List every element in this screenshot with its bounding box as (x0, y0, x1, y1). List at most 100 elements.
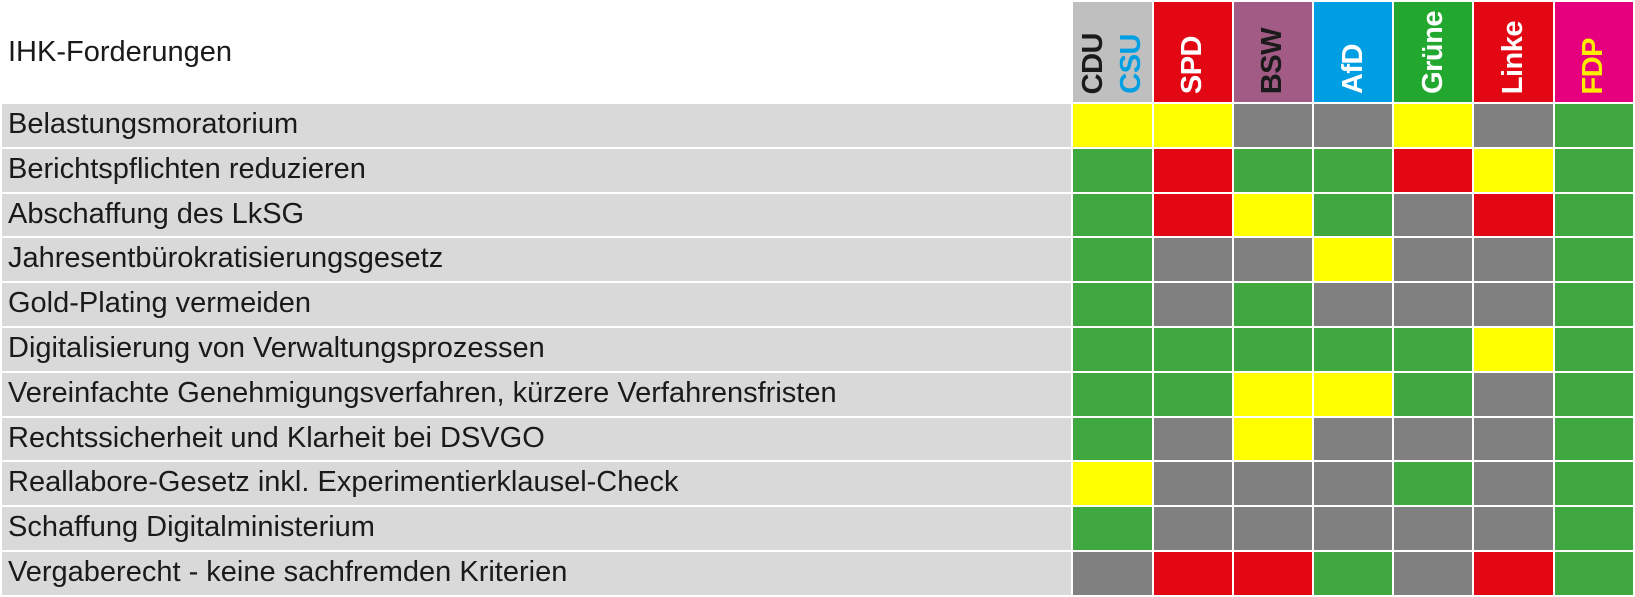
heatmap-cell (1073, 462, 1151, 505)
row-label: Berichtspflichten reduzieren (2, 149, 1071, 192)
heatmap-cell (1314, 283, 1392, 326)
heatmap-cell (1394, 328, 1472, 371)
heatmap-cell (1394, 149, 1472, 192)
table-row: Gold-Plating vermeiden (2, 283, 1633, 326)
row-label: Jahresentbürokratisierungsgesetz (2, 238, 1071, 281)
heatmap-cell (1234, 507, 1312, 550)
heatmap-cell (1154, 418, 1232, 461)
heatmap-cell (1154, 149, 1232, 192)
heatmap-cell (1154, 373, 1232, 416)
heatmap-cell (1474, 283, 1552, 326)
column-header-cdu: CDUCSU (1073, 2, 1151, 102)
heatmap-cell (1314, 507, 1392, 550)
heatmap-cell (1314, 462, 1392, 505)
heatmap-cell (1073, 507, 1151, 550)
heatmap-cell (1394, 507, 1472, 550)
heatmap-cell (1474, 149, 1552, 192)
row-label: Rechtssicherheit und Klarheit bei DSVGO (2, 418, 1071, 461)
heatmap-cell (1555, 328, 1633, 371)
row-label: Schaffung Digitalministerium (2, 507, 1071, 550)
heatmap-cell (1314, 552, 1392, 595)
heatmap-cell (1073, 373, 1151, 416)
table-body: BelastungsmoratoriumBerichtspflichten re… (2, 104, 1633, 595)
heatmap-cell (1154, 552, 1232, 595)
heatmap-cell (1234, 373, 1312, 416)
heatmap-cell (1234, 328, 1312, 371)
heatmap-cell (1154, 328, 1232, 371)
table-row: Jahresentbürokratisierungsgesetz (2, 238, 1633, 281)
column-header-bsw: BSW (1234, 2, 1312, 102)
column-header-afd: AfD (1314, 2, 1392, 102)
heatmap-cell (1073, 283, 1151, 326)
heatmap-cell (1234, 194, 1312, 237)
heatmap-cell (1154, 507, 1232, 550)
heatmap-cell (1555, 194, 1633, 237)
heatmap-cell (1234, 418, 1312, 461)
heatmap-cell (1555, 507, 1633, 550)
heatmap-cell (1394, 194, 1472, 237)
heatmap-table-container: IHK-Forderungen CDUCSU SPD BSW AfD Grüne Link… (0, 0, 1635, 597)
row-label: Gold-Plating vermeiden (2, 283, 1071, 326)
heatmap-cell (1154, 104, 1232, 147)
table-row: Digitalisierung von Verwaltungsprozessen (2, 328, 1633, 371)
heatmap-cell (1154, 194, 1232, 237)
column-header-label: AfD (1336, 44, 1371, 94)
heatmap-table: IHK-Forderungen CDUCSU SPD BSW AfD Grüne Link… (0, 0, 1635, 597)
heatmap-cell (1073, 104, 1151, 147)
heatmap-cell (1314, 418, 1392, 461)
heatmap-cell (1474, 104, 1552, 147)
table-head: IHK-Forderungen CDUCSU SPD BSW AfD Grüne Link… (2, 2, 1633, 102)
column-header-label: CDU (1076, 33, 1111, 94)
heatmap-cell (1394, 238, 1472, 281)
heatmap-cell (1234, 283, 1312, 326)
heatmap-cell (1394, 552, 1472, 595)
column-header-linke: Linke (1474, 2, 1552, 102)
heatmap-cell (1555, 238, 1633, 281)
heatmap-cell (1073, 194, 1151, 237)
table-row: Abschaffung des LkSG (2, 194, 1633, 237)
column-header-label: FDP (1576, 38, 1611, 95)
column-header-gruene: Grüne (1394, 2, 1472, 102)
heatmap-cell (1154, 462, 1232, 505)
heatmap-cell (1154, 238, 1232, 281)
heatmap-cell (1474, 328, 1552, 371)
heatmap-cell (1555, 283, 1633, 326)
row-label: Belastungsmoratorium (2, 104, 1071, 147)
heatmap-cell (1073, 149, 1151, 192)
column-header-label: SPD (1175, 36, 1210, 94)
heatmap-cell (1234, 552, 1312, 595)
table-row: Rechtssicherheit und Klarheit bei DSVGO (2, 418, 1633, 461)
column-header-label: BSW (1255, 28, 1290, 94)
heatmap-cell (1234, 104, 1312, 147)
table-row: Belastungsmoratorium (2, 104, 1633, 147)
heatmap-cell (1394, 104, 1472, 147)
heatmap-cell (1073, 238, 1151, 281)
column-header-fdp: FDP (1555, 2, 1633, 102)
heatmap-cell (1234, 149, 1312, 192)
heatmap-cell (1394, 418, 1472, 461)
row-label: Vergaberecht - keine sachfremden Kriteri… (2, 552, 1071, 595)
column-header-spd: SPD (1154, 2, 1232, 102)
page-title: IHK-Forderungen (2, 2, 1071, 102)
column-header-label: Linke (1496, 21, 1531, 94)
column-header-label: CSU (1114, 34, 1149, 94)
heatmap-cell (1154, 283, 1232, 326)
table-row: Schaffung Digitalministerium (2, 507, 1633, 550)
heatmap-cell (1474, 238, 1552, 281)
heatmap-cell (1073, 552, 1151, 595)
row-label: Digitalisierung von Verwaltungsprozessen (2, 328, 1071, 371)
heatmap-cell (1234, 238, 1312, 281)
heatmap-cell (1394, 283, 1472, 326)
heatmap-cell (1474, 462, 1552, 505)
heatmap-cell (1394, 462, 1472, 505)
heatmap-cell (1234, 462, 1312, 505)
heatmap-cell (1314, 104, 1392, 147)
row-label: Abschaffung des LkSG (2, 194, 1071, 237)
heatmap-cell (1073, 418, 1151, 461)
heatmap-cell (1314, 373, 1392, 416)
heatmap-cell (1314, 328, 1392, 371)
heatmap-cell (1555, 552, 1633, 595)
heatmap-cell (1474, 418, 1552, 461)
heatmap-cell (1394, 373, 1472, 416)
table-row: Vereinfachte Genehmigungsverfahren, kürz… (2, 373, 1633, 416)
